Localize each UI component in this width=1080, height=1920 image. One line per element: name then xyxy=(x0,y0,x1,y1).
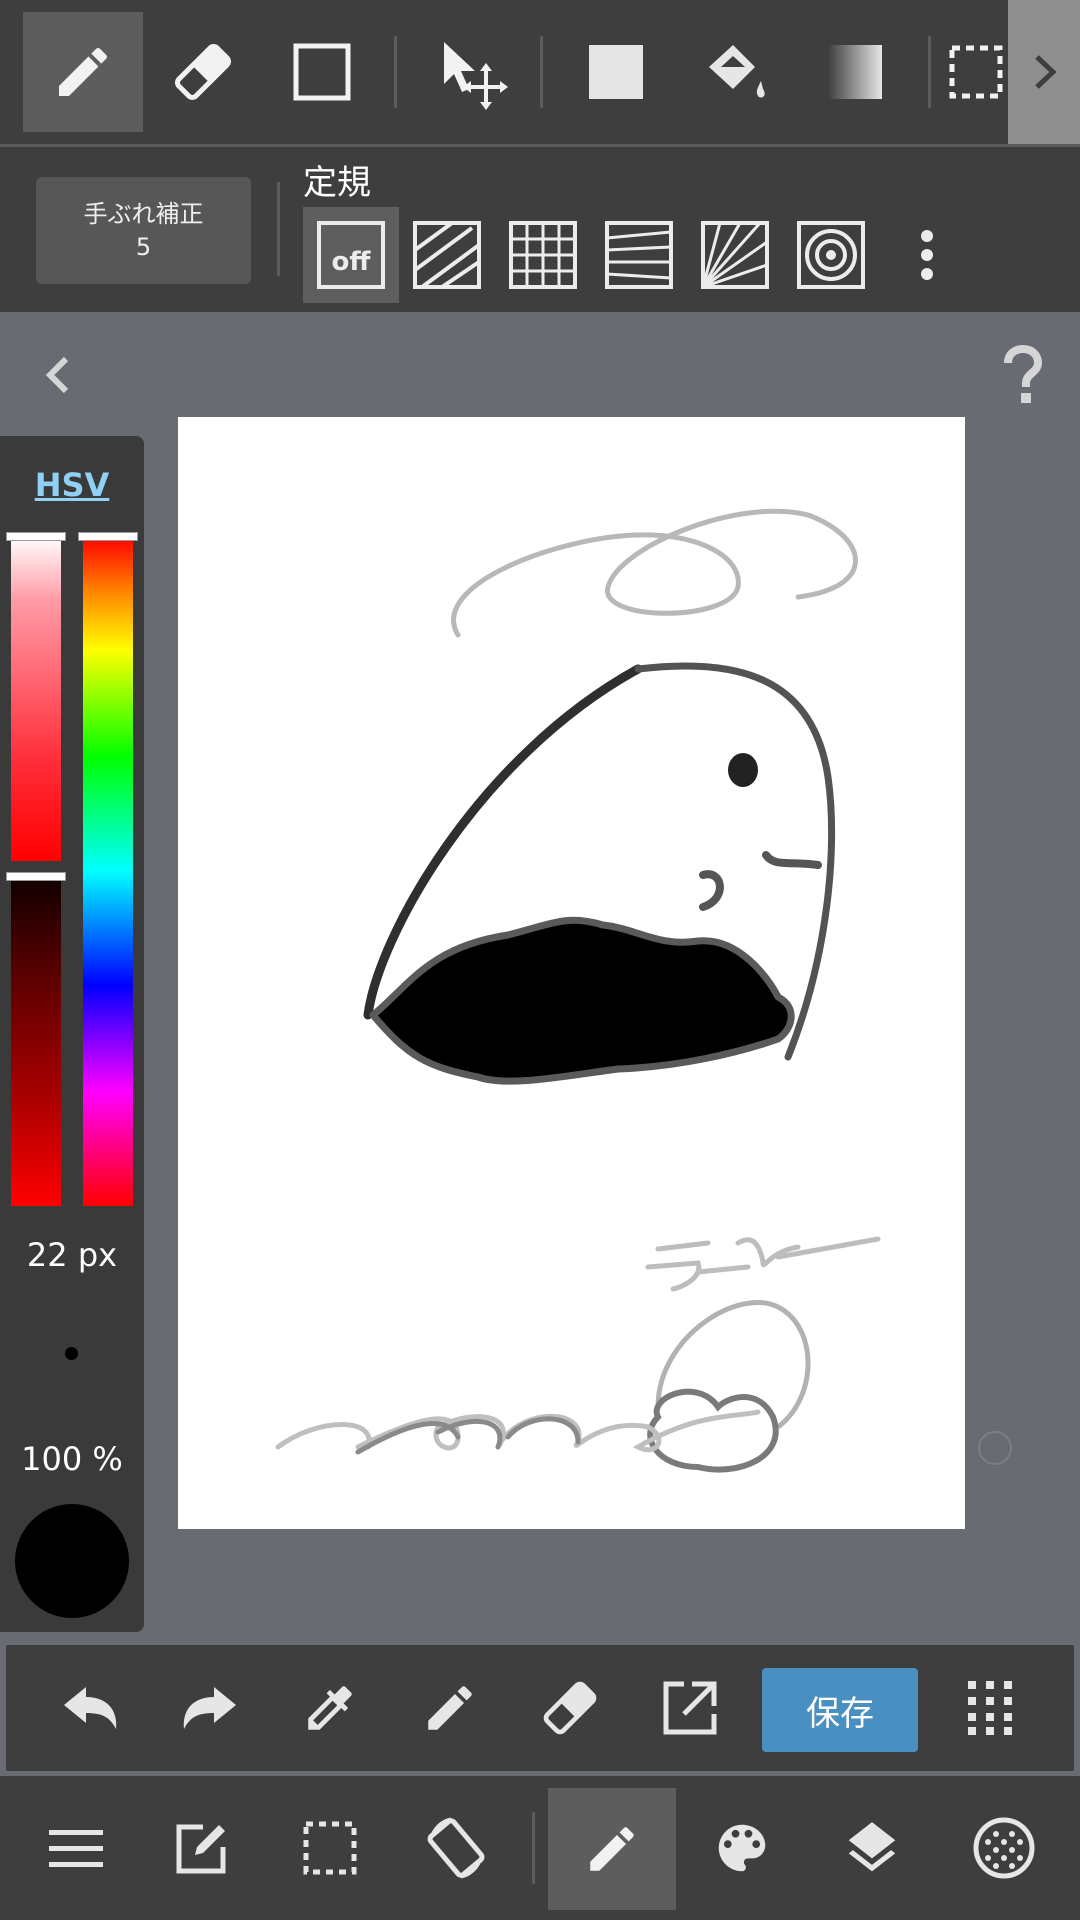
action-bar: 保存 xyxy=(6,1645,1074,1771)
options-divider xyxy=(277,182,280,276)
pen-quick-button[interactable] xyxy=(400,1645,500,1771)
redo-icon xyxy=(183,1687,236,1729)
concentric-circles-ruler-icon xyxy=(797,221,865,289)
vertical-dots-icon xyxy=(921,230,933,280)
gradient-icon xyxy=(828,45,882,99)
menu-button[interactable] xyxy=(12,1776,140,1920)
chevron-left-icon xyxy=(45,356,69,394)
saturation-slider-handle[interactable] xyxy=(6,532,66,541)
eyedropper-icon xyxy=(308,1686,352,1730)
eraser-tool-button[interactable] xyxy=(143,12,263,132)
ruler-more-button[interactable] xyxy=(905,207,949,303)
hsv-mode-tab[interactable]: HSV xyxy=(0,466,144,504)
pen-tool-button[interactable] xyxy=(23,12,143,132)
grid-ruler-icon xyxy=(509,221,577,289)
ruler-off-button[interactable]: off xyxy=(303,207,399,303)
pencil-icon xyxy=(59,47,107,96)
value-slider-handle[interactable] xyxy=(6,872,66,881)
edit-button[interactable] xyxy=(138,1776,266,1920)
stabilizer-label: 手ぶれ補正 xyxy=(83,199,204,228)
eraser-quick-button[interactable] xyxy=(520,1645,620,1771)
chevron-right-icon xyxy=(1035,55,1057,89)
current-color-swatch[interactable] xyxy=(15,1504,129,1618)
filled-square-icon xyxy=(589,45,643,99)
square-outline-icon xyxy=(293,43,351,101)
ruler-parallel-button[interactable] xyxy=(399,207,495,303)
palette-icon xyxy=(718,1824,766,1872)
parallel-lines-ruler-icon xyxy=(413,221,481,289)
sketch-artwork xyxy=(275,508,881,1473)
rotate-screen-icon xyxy=(427,1817,485,1879)
ruler-off-label: off xyxy=(332,247,372,277)
top-toolbar xyxy=(0,0,1080,144)
brush-options-bar: 手ぶれ補正 5 定規 off xyxy=(0,147,1080,312)
hue-slider[interactable] xyxy=(83,536,133,1206)
ruler-title: 定規 xyxy=(303,163,371,203)
eraser-icon xyxy=(174,43,232,101)
stabilizer-value: 5 xyxy=(135,232,152,261)
fill-shape-tool-button[interactable] xyxy=(556,12,676,132)
move-tool-button[interactable] xyxy=(410,12,530,132)
toolbar-divider xyxy=(540,36,543,108)
bucket-tool-button[interactable] xyxy=(676,12,796,132)
material-icon xyxy=(973,1817,1035,1879)
canvas-scroll-indicator[interactable] xyxy=(978,1431,1012,1465)
color-panel: HSV 22 px 100 % xyxy=(0,436,144,1632)
export-icon xyxy=(663,1681,717,1735)
brush-icon xyxy=(590,1827,634,1871)
pencil-icon xyxy=(428,1686,472,1730)
toolbar-divider xyxy=(394,36,397,108)
rotate-canvas-button[interactable] xyxy=(392,1776,520,1920)
perspective-lines-ruler-icon xyxy=(605,221,673,289)
brush-size-value[interactable]: 22 px xyxy=(0,1236,144,1274)
ruler-grid-button[interactable] xyxy=(495,207,591,303)
help-button[interactable] xyxy=(996,345,1048,405)
paint-bucket-icon xyxy=(709,45,765,98)
gradient-tool-button[interactable] xyxy=(795,12,915,132)
material-button[interactable] xyxy=(940,1776,1068,1920)
selection-icon xyxy=(303,1821,357,1875)
radial-lines-ruler-icon xyxy=(701,221,769,289)
toolbar-scroll-button[interactable] xyxy=(1008,0,1080,144)
bottom-nav-bar xyxy=(0,1776,1080,1920)
drawing-canvas[interactable] xyxy=(178,417,965,1529)
opacity-value[interactable]: 100 % xyxy=(0,1440,144,1478)
save-button[interactable]: 保存 xyxy=(762,1668,918,1752)
hue-slider-handle[interactable] xyxy=(78,532,138,541)
edit-icon xyxy=(176,1824,226,1874)
shape-tool-button[interactable] xyxy=(262,12,382,132)
layers-icon xyxy=(848,1822,896,1872)
ruler-perspective-button[interactable] xyxy=(591,207,687,303)
selection-button[interactable] xyxy=(266,1776,394,1920)
toolbar-divider xyxy=(928,36,931,108)
ruler-radial-button[interactable] xyxy=(687,207,783,303)
collapse-panel-button[interactable] xyxy=(38,353,82,397)
dashed-selection-icon xyxy=(949,45,1002,99)
ruler-off-icon: off xyxy=(317,221,385,289)
question-mark-icon xyxy=(1004,345,1043,403)
nav-divider xyxy=(532,1812,535,1884)
saturation-slider[interactable] xyxy=(11,536,61,861)
layers-button[interactable] xyxy=(808,1776,936,1920)
dots-grid-icon xyxy=(968,1681,1012,1735)
more-actions-button[interactable] xyxy=(940,1645,1040,1771)
undo-button[interactable] xyxy=(40,1645,140,1771)
ruler-concentric-button[interactable] xyxy=(783,207,879,303)
brush-size-preview xyxy=(65,1347,78,1360)
undo-icon xyxy=(64,1687,117,1729)
export-button[interactable] xyxy=(640,1645,740,1771)
redo-button[interactable] xyxy=(160,1645,260,1771)
menu-icon xyxy=(49,1830,103,1867)
canvas-area[interactable] xyxy=(0,315,1080,1645)
move-arrow-icon xyxy=(444,42,508,110)
eyedropper-button[interactable] xyxy=(280,1645,380,1771)
color-palette-button[interactable] xyxy=(678,1776,806,1920)
value-slider[interactable] xyxy=(11,876,61,1206)
select-tool-button[interactable] xyxy=(943,12,1008,132)
eraser-icon xyxy=(543,1681,597,1735)
brush-nav-button[interactable] xyxy=(548,1788,676,1910)
stabilizer-button[interactable]: 手ぶれ補正 5 xyxy=(36,177,251,284)
